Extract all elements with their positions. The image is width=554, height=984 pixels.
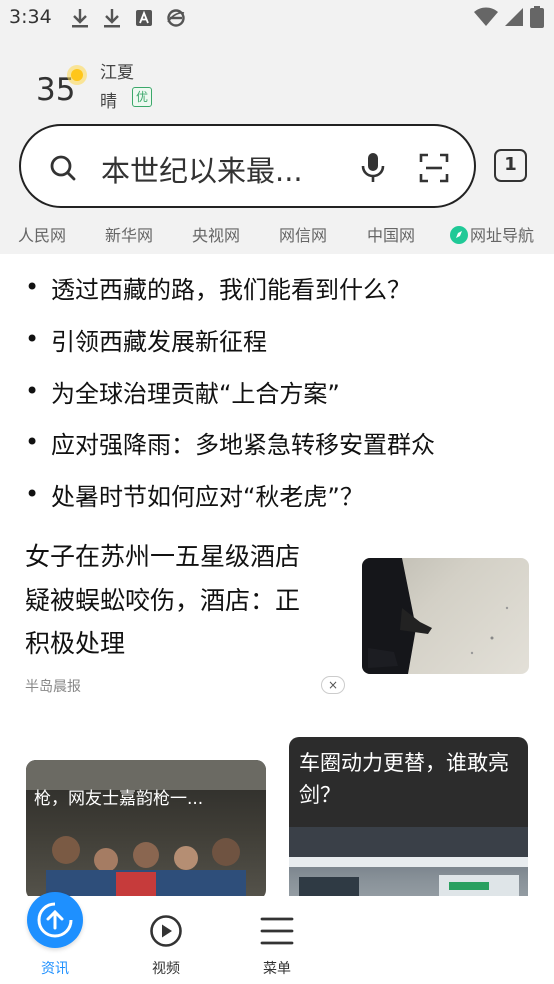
search-icon [49,154,77,182]
quick-link[interactable]: 网信网 [279,222,327,246]
system-icons [474,6,544,32]
weather-widget[interactable]: 35 江夏 晴 优 [36,56,236,116]
nav-item-video[interactable]: 视频 [121,896,211,984]
bullet: • [25,377,40,405]
bullet: • [25,273,40,301]
play-circle-icon [149,914,183,952]
sun-icon [62,60,92,90]
quick-link[interactable]: 央视网 [192,222,240,246]
hot-topic-text: 应对强降雨：多地紧急转移安置群众 [51,430,435,459]
quick-link-nav-label: 网址导航 [470,226,535,245]
quick-link[interactable]: 中国网 [367,222,415,246]
news-title-line: 女子在苏州一五星级酒店 [25,542,301,571]
air-quality-badge: 优 [132,87,153,107]
header-area: 3:34 35 江夏 晴 优 本世纪以来最... 1 人民网 新华网 央视网 网… [0,0,554,254]
quick-link[interactable]: 新华网 [105,222,153,246]
list-item[interactable]: • 应对强降雨：多地紧急转移安置群众 [25,422,435,462]
status-bar: 3:34 [0,0,554,36]
status-time: 3:34 [9,6,52,28]
video-title: 枪，网友士嘉韵枪一... [34,789,204,809]
list-item[interactable]: • 引领西藏发展新征程 [25,319,267,359]
list-item[interactable]: • 处暑时节如何应对“秋老虎”？ [25,474,364,514]
scan-icon[interactable] [419,153,449,183]
browser-e-icon [164,6,188,30]
news-source: 半岛晨报 [25,679,81,695]
list-item[interactable]: • 为全球治理贡献“上合方案” [25,371,340,411]
search-bar[interactable]: 本世纪以来最... [19,124,476,208]
list-item[interactable]: • 透过西藏的路，我们能看到什么？ [25,267,411,307]
news-title-line: 疑被蜈蚣咬伤，酒店：正 [25,586,301,615]
bullet: • [25,480,40,508]
weather-condition: 晴 [100,92,117,112]
bullet: • [25,428,40,456]
news-title-line: 积极处理 [25,629,126,658]
battery-icon [530,6,544,32]
video-card[interactable]: 枪，网友士嘉韵枪一... [26,760,266,900]
hot-topic-text: 引领西藏发展新征程 [51,327,267,356]
dismiss-button[interactable]: × [321,676,345,694]
bottom-nav: 资讯 视频 菜单 [0,892,554,984]
download-icon [68,6,92,30]
nav-label: 菜单 [263,961,291,977]
news-thumbnail [362,558,529,674]
download-icon [100,6,124,30]
notification-icons [68,6,188,30]
search-input[interactable]: 本世纪以来最... [101,148,303,190]
nav-label: 视频 [152,961,180,977]
wifi-icon [474,7,498,31]
compass-icon [450,226,468,244]
hot-topic-text: 透过西藏的路，我们能看到什么？ [51,275,411,304]
bullet: • [25,325,40,353]
video-title-line: 车圈动力更替，谁敢亮 [299,751,509,775]
hot-topic-text: 为全球治理贡献“上合方案” [51,379,340,408]
microphone-icon[interactable] [359,152,387,184]
signal-icon [504,7,524,31]
home-arrow-icon [27,892,83,948]
nav-item-news[interactable]: 资讯 [10,892,100,984]
weather-city: 江夏 [100,63,134,83]
quick-link[interactable]: 人民网 [18,222,66,246]
tab-count-button[interactable]: 1 [494,149,527,182]
quick-links-bar: 人民网 新华网 央视网 网信网 中国网 网址导航 [0,222,554,246]
nav-item-menu[interactable]: 菜单 [232,896,322,984]
menu-icon [260,916,294,950]
quick-link-nav[interactable]: 网址导航 [450,222,534,246]
hot-topic-text: 处暑时节如何应对“秋老虎”？ [51,482,364,511]
a-box-icon [132,6,156,30]
nav-label: 资讯 [41,961,69,977]
video-title-line: 剑？ [299,783,341,807]
